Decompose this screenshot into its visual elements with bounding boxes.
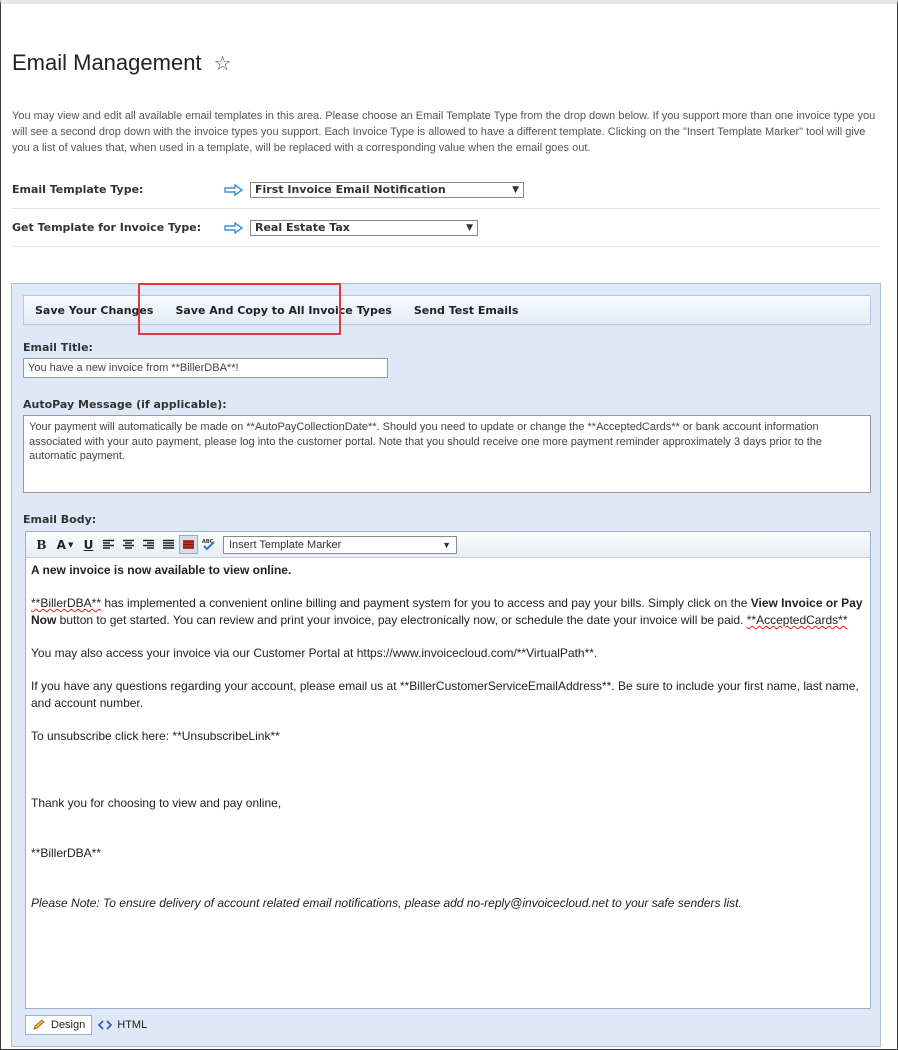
- chevron-down-icon: ▼: [466, 222, 473, 233]
- code-icon: [98, 1020, 113, 1030]
- body-paragraph-thanks: Thank you for choosing to view and pay o…: [31, 796, 282, 810]
- body-paragraph-intro: **BillerDBA** has implemented a convenie…: [31, 595, 865, 629]
- email-body-content[interactable]: A new invoice is now available to view o…: [26, 558, 870, 916]
- highlight-color-icon[interactable]: [179, 535, 198, 554]
- pencil-icon: [33, 1019, 45, 1030]
- editor-mode-bar: Design HTML: [25, 1012, 871, 1038]
- autopay-textarea[interactable]: Your payment will automatically be made …: [23, 415, 871, 493]
- page-title: Email Management ☆: [12, 50, 232, 76]
- invoice-type-select[interactable]: Real Estate Tax ▼: [250, 219, 478, 236]
- align-center-icon[interactable]: [119, 535, 138, 554]
- body-paragraph-signature: **BillerDBA**: [31, 846, 102, 860]
- autopay-label: AutoPay Message (if applicable):: [23, 398, 227, 411]
- html-mode-label: HTML: [117, 1019, 148, 1031]
- template-type-value: First Invoice Email Notification: [255, 183, 446, 196]
- template-type-row: Email Template Type: First Invoice Email…: [12, 171, 880, 209]
- email-body-label: Email Body:: [23, 513, 97, 526]
- template-type-label: Email Template Type:: [12, 183, 144, 196]
- body-text: has implemented a convenient online bill…: [101, 596, 751, 610]
- chevron-down-icon: ▼: [442, 539, 451, 550]
- invoice-type-value: Real Estate Tax: [255, 221, 350, 234]
- template-type-select[interactable]: First Invoice Email Notification ▼: [250, 181, 524, 198]
- insert-template-marker-select[interactable]: Insert Template Marker ▼: [223, 535, 457, 554]
- biller-token: **BillerDBA**: [31, 596, 102, 610]
- intro-text: You may view and edit all available emai…: [12, 110, 876, 154]
- design-mode-tab[interactable]: Design: [25, 1015, 93, 1035]
- body-paragraph-unsubscribe: To unsubscribe click here: **Unsubscribe…: [31, 729, 280, 743]
- bold-icon[interactable]: B: [32, 535, 51, 554]
- favorite-star-icon[interactable]: ☆: [214, 53, 232, 75]
- arrow-right-icon: [224, 183, 244, 196]
- page-title-text: Email Management: [12, 50, 202, 75]
- font-color-icon[interactable]: A ▼: [52, 535, 78, 554]
- underline-icon[interactable]: U: [79, 535, 98, 554]
- align-left-icon[interactable]: [99, 535, 118, 554]
- design-mode-label: Design: [51, 1019, 86, 1031]
- chevron-down-icon: ▼: [512, 184, 519, 195]
- invoice-type-row: Get Template for Invoice Type: Real Esta…: [12, 209, 880, 247]
- highlight-annotation: [138, 283, 341, 335]
- justify-icon[interactable]: [159, 535, 178, 554]
- editor-toolbar: B A ▼ U ABC Insert Template Marker ▼: [26, 532, 870, 558]
- marker-select-label: Insert Template Marker: [229, 538, 342, 551]
- body-text: button to get started. You can review an…: [56, 613, 747, 627]
- send-test-emails-button[interactable]: Send Test Emails: [403, 296, 530, 324]
- accepted-cards-token: **AcceptedCards**: [746, 613, 848, 627]
- html-mode-tab[interactable]: HTML: [92, 1015, 153, 1035]
- arrow-right-icon: [224, 221, 244, 234]
- template-editor-panel: Save Your Changes Save And Copy to All I…: [11, 283, 881, 1047]
- body-paragraph-questions: If you have any questions regarding your…: [31, 679, 859, 710]
- spellcheck-icon[interactable]: ABC: [199, 535, 218, 554]
- email-title-input[interactable]: You have a new invoice from **BillerDBA*…: [23, 358, 388, 378]
- body-paragraph-portal: You may also access your invoice via our…: [31, 646, 598, 660]
- align-right-icon[interactable]: [139, 535, 158, 554]
- body-heading: A new invoice is now available to view o…: [31, 563, 292, 577]
- rich-text-editor: B A ▼ U ABC Insert Template Marker ▼ A n…: [25, 531, 871, 1009]
- invoice-type-label: Get Template for Invoice Type:: [12, 221, 202, 234]
- body-paragraph-note: Please Note: To ensure delivery of accou…: [31, 896, 742, 910]
- email-title-label: Email Title:: [23, 341, 93, 354]
